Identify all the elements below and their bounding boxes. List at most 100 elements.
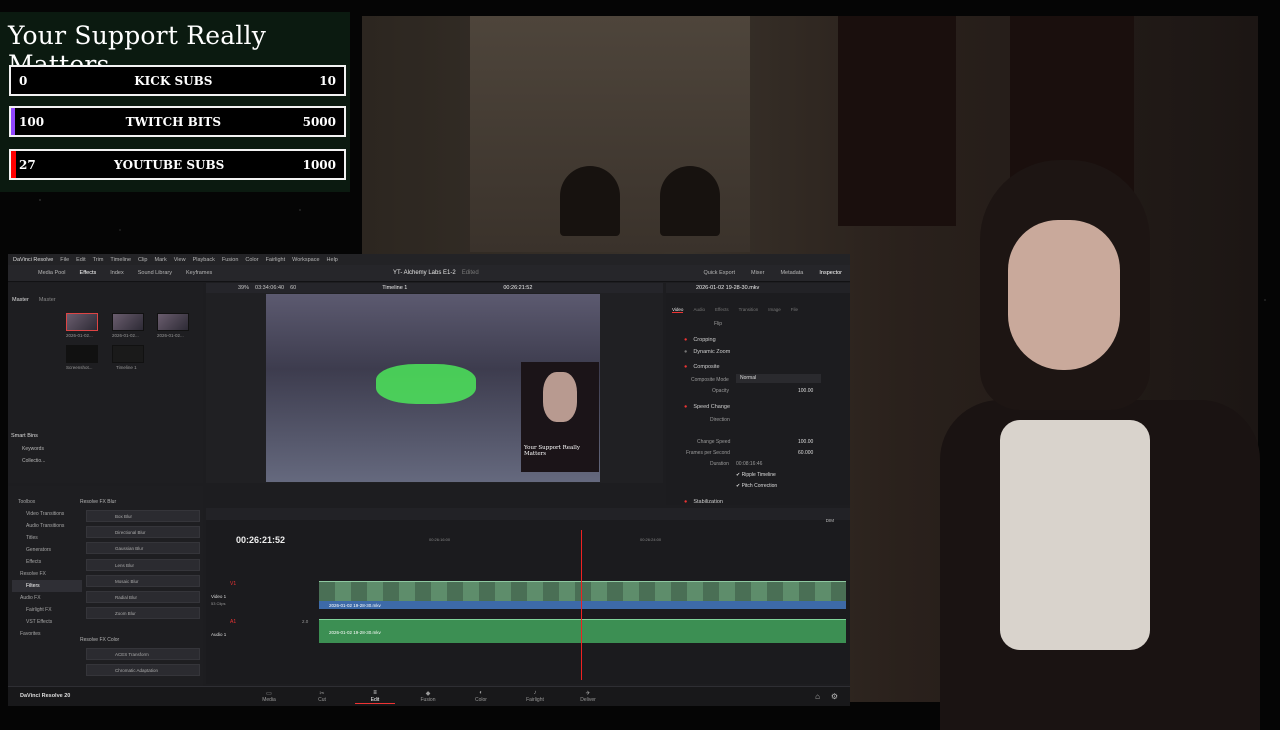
fx-zoom-blur[interactable]: Zoom Blur xyxy=(86,607,200,619)
sound-library-button[interactable]: Sound Library xyxy=(138,270,172,276)
smart-bin-collections[interactable]: Collectio... xyxy=(22,458,45,464)
ripple-timeline-checkbox[interactable]: ✔ Ripple Timeline xyxy=(736,472,776,478)
menu-fusion[interactable]: Fusion xyxy=(222,257,239,263)
menu-color[interactable]: Color xyxy=(245,257,258,263)
menu-fairlight[interactable]: Fairlight xyxy=(266,257,286,263)
timeline-name[interactable]: Timeline 1 xyxy=(382,285,407,291)
menu-mark[interactable]: Mark xyxy=(155,257,167,263)
quick-export-button[interactable]: Quick Export xyxy=(704,270,735,276)
source-timecode: 03:34:06:40 xyxy=(255,285,285,291)
tree-generators[interactable]: Generators xyxy=(12,544,82,556)
keyframes-button[interactable]: Keyframes xyxy=(186,270,212,276)
tree-filters[interactable]: Filters xyxy=(12,580,82,592)
section-stabilization[interactable]: ● Stabilization xyxy=(666,496,850,507)
goal-progress-fill xyxy=(11,151,16,178)
goal-target: 1000 xyxy=(302,157,336,172)
goal-label: KICK SUBS xyxy=(134,73,213,88)
page-deliver[interactable]: ✈ Deliver xyxy=(568,690,608,703)
program-monitor[interactable]: Your Support Really Matters xyxy=(266,294,600,482)
goal-label: YOUTUBE SUBS xyxy=(114,157,225,172)
tree-effects[interactable]: Effects xyxy=(12,556,82,568)
flip-label: Flip xyxy=(714,321,723,327)
timeline-thumbnail[interactable] xyxy=(112,345,144,363)
tree-titles[interactable]: Titles xyxy=(12,532,82,544)
change-speed-value[interactable]: 100.00 xyxy=(798,439,813,445)
tree-video-transitions[interactable]: Video Transitions xyxy=(12,508,82,520)
section-dynamic-zoom[interactable]: ● Dynamic Zoom xyxy=(666,346,850,357)
tree-fairlight-fx[interactable]: Fairlight FX xyxy=(12,604,82,616)
clip-thumbnail[interactable] xyxy=(112,313,144,331)
fx-radial-blur[interactable]: Radial Blur xyxy=(86,591,200,603)
tab-image[interactable]: Image xyxy=(768,307,781,313)
zoom-level[interactable]: 39% xyxy=(238,285,249,291)
tree-resolve-fx[interactable]: Resolve FX xyxy=(12,568,82,580)
fps-value[interactable]: 60.000 xyxy=(798,450,813,456)
page-cut[interactable]: ✂ Cut xyxy=(302,690,342,703)
inspector-button[interactable]: Inspector xyxy=(819,270,842,276)
video-track-name: Video 1 xyxy=(211,594,227,599)
tab-audio[interactable]: Audio xyxy=(693,307,705,313)
record-timecode: 00:26:21:52 xyxy=(503,285,533,291)
bin-master[interactable]: Master xyxy=(12,297,29,303)
fx-mosaic-blur[interactable]: Mosaic Blur xyxy=(86,575,200,587)
menu-file[interactable]: File xyxy=(60,257,69,263)
page-media[interactable]: ▭ Media xyxy=(249,690,289,703)
index-button[interactable]: Index xyxy=(110,270,123,276)
gear-icon[interactable]: ⚙ xyxy=(831,692,838,701)
ruler-tick: 00:26:24:00 xyxy=(640,537,662,542)
clip-thumbnail[interactable] xyxy=(66,313,98,331)
page-fusion[interactable]: ◆ Fusion xyxy=(408,690,448,703)
mixer-button[interactable]: Mixer xyxy=(751,270,764,276)
menu-help[interactable]: Help xyxy=(327,257,338,263)
screenshot-thumbnail[interactable] xyxy=(66,345,98,363)
fx-box-blur[interactable]: Box Blur xyxy=(86,510,200,522)
home-icon[interactable]: ⌂ xyxy=(815,692,820,701)
effects-button[interactable]: Effects xyxy=(80,270,97,276)
page-edit[interactable]: ≡ Edit xyxy=(355,690,395,704)
audio-clip[interactable]: 2026-01-02 19-28-30.mkv xyxy=(319,619,846,643)
inspector-tabs: Video Audio Effects Transition Image Fil… xyxy=(672,307,798,313)
tree-audio-fx[interactable]: Audio FX xyxy=(12,592,82,604)
menu-edit[interactable]: Edit xyxy=(76,257,85,263)
page-color[interactable]: ◐ Color xyxy=(461,690,501,703)
tab-file[interactable]: File xyxy=(791,307,798,313)
menu-clip[interactable]: Clip xyxy=(138,257,147,263)
clip-thumbnail[interactable] xyxy=(157,313,189,331)
menu-view[interactable]: View xyxy=(174,257,186,263)
smart-bin-keywords[interactable]: Keywords xyxy=(22,446,44,452)
section-cropping[interactable]: ● Cropping xyxy=(666,334,850,345)
video-clip[interactable] xyxy=(319,581,846,603)
tree-audio-transitions[interactable]: Audio Transitions xyxy=(12,520,82,532)
menu-playback[interactable]: Playback xyxy=(193,257,215,263)
tree-toolbox[interactable]: Toolbox xyxy=(12,496,82,508)
media-pool-button[interactable]: Media Pool xyxy=(38,270,66,276)
tab-effects[interactable]: Effects xyxy=(715,307,729,313)
bin-master-breadcrumb[interactable]: Master xyxy=(39,297,56,303)
fx-gaussian-blur[interactable]: Gaussian Blur xyxy=(86,542,200,554)
composite-mode-select[interactable]: Normal xyxy=(736,374,821,383)
section-composite[interactable]: ● Composite xyxy=(666,361,850,372)
fx-aces-transform[interactable]: ACES Transform xyxy=(86,648,200,660)
tab-transition[interactable]: Transition xyxy=(739,307,759,313)
opacity-value[interactable]: 100.00 xyxy=(798,388,813,394)
tab-video[interactable]: Video xyxy=(672,307,684,313)
pitch-correction-checkbox[interactable]: ✔ Pitch Correction xyxy=(736,483,777,489)
section-speed-change[interactable]: ● Speed Change xyxy=(666,401,850,412)
menu-workspace[interactable]: Workspace xyxy=(292,257,319,263)
menu-trim[interactable]: Trim xyxy=(93,257,104,263)
fx-chromatic-adaptation[interactable]: Chromatic Adaptation xyxy=(86,664,200,676)
dim-button[interactable]: DIM xyxy=(826,518,834,523)
metadata-button[interactable]: Metadata xyxy=(780,270,803,276)
duration-value: 00:08:16:46 xyxy=(736,461,763,467)
menu-timeline[interactable]: Timeline xyxy=(110,257,131,263)
tree-vst-effects[interactable]: VST Effects xyxy=(12,616,82,628)
goal-current: 100 xyxy=(19,114,45,129)
cat-tree xyxy=(470,16,750,252)
fx-lens-blur[interactable]: Lens Blur xyxy=(86,559,200,571)
group-resolve-fx-color: Resolve FX Color xyxy=(80,637,120,643)
tree-favorites[interactable]: Favorites xyxy=(12,628,82,640)
fx-directional-blur[interactable]: Directional Blur xyxy=(86,526,200,538)
page-fairlight[interactable]: ♪ Fairlight xyxy=(515,690,555,703)
timeline-timecode[interactable]: 00:26:21:52 xyxy=(236,535,285,545)
playhead[interactable] xyxy=(581,530,582,680)
